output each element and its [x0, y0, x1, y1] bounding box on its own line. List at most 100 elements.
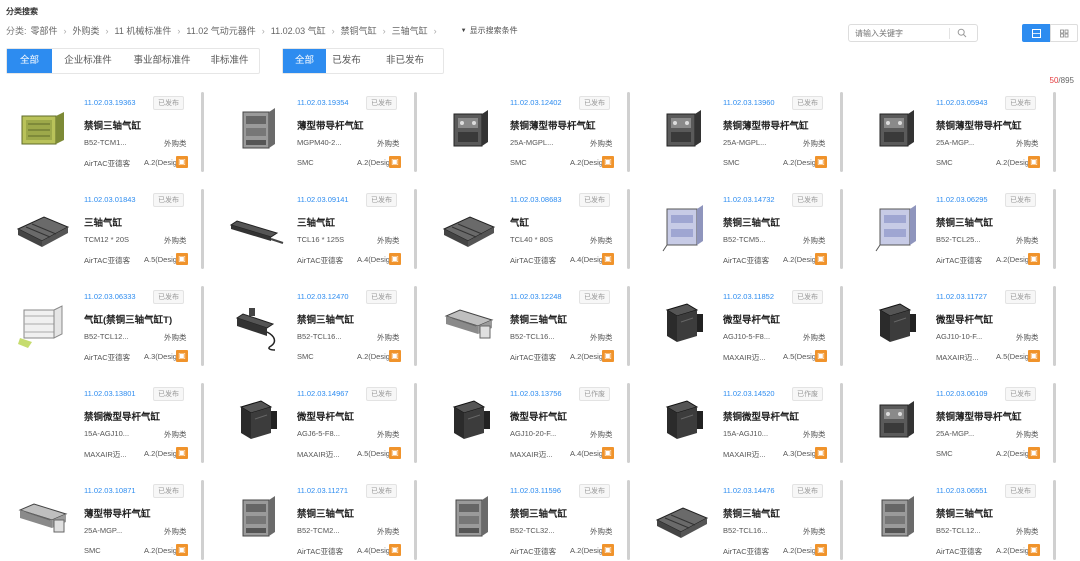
part-code[interactable]: 11.02.03.14520 [723, 389, 775, 398]
cad-file-icon[interactable]: ▣ [815, 544, 827, 556]
part-card[interactable]: 11.02.03.08683 已发布 气缸 TCL40 * 80S 外购类 Ai… [426, 185, 630, 273]
part-code[interactable]: 11.02.03.11727 [936, 292, 987, 301]
cad-file-icon[interactable]: ▣ [815, 350, 827, 362]
dark-guided-cylinder-icon[interactable] [653, 102, 711, 160]
grey-guided-cylinder-icon[interactable] [227, 102, 285, 160]
part-name[interactable]: 三轴气缸 [84, 215, 122, 229]
part-name[interactable]: 禁铜三轴气缸 [84, 118, 141, 132]
part-card[interactable]: 11.02.03.06551 已发布 禁铜三轴气缸 B52-TCL12... 外… [852, 476, 1056, 561]
blue-tri-rod-cylinder-icon[interactable] [653, 199, 711, 257]
part-card[interactable]: 11.02.03.11727 已发布 微型导杆气缸 AGJ10-10-F... … [852, 282, 1056, 370]
part-name[interactable]: 薄型带导杆气缸 [84, 506, 151, 520]
part-name[interactable]: 微型导杆气缸 [297, 409, 354, 423]
flat-tri-rod-cylinder-icon[interactable] [14, 199, 72, 257]
part-code[interactable]: 11.02.03.12470 [297, 292, 349, 301]
part-name[interactable]: 微型导杆气缸 [723, 312, 780, 326]
part-code[interactable]: 11.02.03.13756 [510, 389, 562, 398]
card-scrollbar[interactable] [414, 92, 417, 172]
cad-file-icon[interactable]: ▣ [1028, 447, 1040, 459]
card-scrollbar[interactable] [1053, 92, 1056, 172]
part-code[interactable]: 11.02.03.14967 [297, 389, 349, 398]
card-scrollbar[interactable] [840, 383, 843, 463]
cad-file-icon[interactable]: ▣ [815, 253, 827, 265]
black-mini-guided-cylinder-icon[interactable] [653, 393, 711, 451]
part-card[interactable]: 11.02.03.11271 已发布 禁铜三轴气缸 B52-TCM2... 外购… [213, 476, 417, 561]
part-card[interactable]: 11.02.03.11596 已发布 禁铜三轴气缸 B52-TCL32... 外… [426, 476, 630, 561]
part-name[interactable]: 禁铜三轴气缸 [510, 312, 567, 326]
tab-all[interactable]: 全部 [7, 49, 52, 73]
part-card[interactable]: 11.02.03.14732 已发布 禁铜三轴气缸 B52-TCM5... 外购… [639, 185, 843, 273]
black-mini-guided-cylinder-icon[interactable] [866, 296, 924, 354]
part-card[interactable]: 11.02.03.14476 已发布 禁铜三轴气缸 B52-TCL16... 外… [639, 476, 843, 561]
cad-file-icon[interactable]: ▣ [602, 350, 614, 362]
part-card[interactable]: 11.02.03.12402 已发布 禁铜薄型带导杆气缸 25A-MGPL...… [426, 88, 630, 176]
cad-file-icon[interactable]: ▣ [1028, 350, 1040, 362]
grey-guided-cylinder-icon[interactable] [866, 490, 924, 548]
card-scrollbar[interactable] [627, 383, 630, 463]
cad-file-icon[interactable]: ▣ [602, 156, 614, 168]
flat-tri-rod-cylinder-icon[interactable] [440, 199, 498, 257]
cad-file-icon[interactable]: ▣ [1028, 544, 1040, 556]
card-scrollbar[interactable] [627, 92, 630, 172]
tab-enterprise-standard[interactable]: 企业标准件 [52, 49, 124, 73]
grid-view-button[interactable] [1022, 24, 1050, 42]
yellow-green-cylinder-icon[interactable] [14, 102, 72, 160]
card-scrollbar[interactable] [840, 189, 843, 269]
cad-file-icon[interactable]: ▣ [176, 156, 188, 168]
part-name[interactable]: 薄型带导杆气缸 [297, 118, 364, 132]
part-name[interactable]: 禁铜三轴气缸 [723, 215, 780, 229]
part-code[interactable]: 11.02.03.11596 [510, 486, 561, 495]
card-scrollbar[interactable] [201, 92, 204, 172]
card-scrollbar[interactable] [627, 286, 630, 366]
tab-status-all[interactable]: 全部 [283, 49, 326, 73]
part-card[interactable]: 11.02.03.11852 已发布 微型导杆气缸 AGJ10-5-F8... … [639, 282, 843, 370]
part-code[interactable]: 11.02.03.01843 [84, 195, 136, 204]
grey-guided-cylinder-icon[interactable] [227, 490, 285, 548]
part-name[interactable]: 气缸 [510, 215, 529, 229]
part-code[interactable]: 11.02.03.12402 [510, 98, 562, 107]
part-code[interactable]: 11.02.03.12248 [510, 292, 562, 301]
part-card[interactable]: 11.02.03.06295 已发布 禁铜三轴气缸 B52-TCL25... 外… [852, 185, 1056, 273]
part-name[interactable]: 气缸(禁铜三轴气缸T) [84, 312, 172, 326]
black-mini-guided-cylinder-icon[interactable] [653, 296, 711, 354]
part-code[interactable]: 11.02.03.06109 [936, 389, 988, 398]
search-input[interactable] [855, 27, 945, 40]
cad-file-icon[interactable]: ▣ [815, 156, 827, 168]
part-code[interactable]: 11.02.03.14732 [723, 195, 775, 204]
dark-guided-cylinder-icon[interactable] [866, 393, 924, 451]
cad-file-icon[interactable]: ▣ [815, 447, 827, 459]
cad-file-icon[interactable]: ▣ [176, 544, 188, 556]
part-card[interactable]: 11.02.03.13756 已作废 微型导杆气缸 AGJ10-20-F... … [426, 379, 630, 467]
grey-guided-cylinder-icon[interactable] [440, 490, 498, 548]
breadcrumb-item[interactable]: 三轴气缸 [392, 24, 428, 37]
part-code[interactable]: 11.02.03.09141 [297, 195, 349, 204]
part-card[interactable]: 11.02.03.14520 已作废 禁铜微型导杆气缸 15A-AGJ10...… [639, 379, 843, 467]
card-scrollbar[interactable] [201, 189, 204, 269]
black-mini-guided-cylinder-icon[interactable] [227, 393, 285, 451]
card-scrollbar[interactable] [1053, 480, 1056, 560]
part-code[interactable]: 11.02.03.13960 [723, 98, 775, 107]
cad-file-icon[interactable]: ▣ [602, 447, 614, 459]
part-code[interactable]: 11.02.03.08683 [510, 195, 562, 204]
card-scrollbar[interactable] [414, 383, 417, 463]
cad-file-icon[interactable]: ▣ [176, 350, 188, 362]
cad-file-icon[interactable]: ▣ [1028, 156, 1040, 168]
cad-file-icon[interactable]: ▣ [602, 253, 614, 265]
part-name[interactable]: 禁铜微型导杆气缸 [723, 409, 799, 423]
tab-unpublished[interactable]: 非已发布 [367, 49, 443, 73]
list-view-button[interactable] [1050, 24, 1078, 42]
part-card[interactable]: 11.02.03.14967 已发布 微型导杆气缸 AGJ6-5-F8... 外… [213, 379, 417, 467]
part-name[interactable]: 禁铜薄型带导杆气缸 [510, 118, 596, 132]
long-rod-cylinder-icon[interactable] [440, 296, 498, 354]
part-card[interactable]: 11.02.03.01843 已发布 三轴气缸 TCM12 * 20S 外购类 … [0, 185, 204, 273]
black-mini-guided-cylinder-icon[interactable] [440, 393, 498, 451]
card-scrollbar[interactable] [1053, 286, 1056, 366]
card-scrollbar[interactable] [414, 286, 417, 366]
long-slim-cylinder-icon[interactable] [227, 199, 285, 257]
part-name[interactable]: 禁铜薄型带导杆气缸 [723, 118, 809, 132]
card-scrollbar[interactable] [201, 383, 204, 463]
part-code[interactable]: 11.02.03.05943 [936, 98, 988, 107]
blank-image-icon[interactable] [14, 393, 72, 451]
cabled-cylinder-icon[interactable] [227, 296, 285, 354]
cad-file-icon[interactable]: ▣ [389, 156, 401, 168]
